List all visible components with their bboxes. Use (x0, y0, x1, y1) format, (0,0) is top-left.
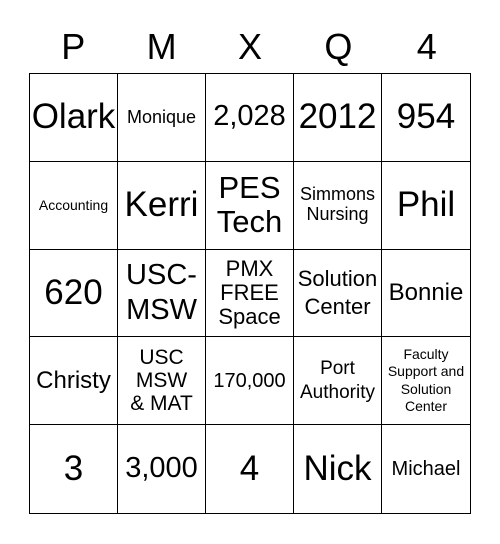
bingo-cell: Simmons Nursing (294, 161, 382, 250)
bingo-cell: Accounting (30, 161, 118, 250)
bingo-cell: Olark (30, 74, 118, 162)
bingo-cell: Nick (294, 425, 382, 513)
bingo-cell: 3 (30, 425, 118, 513)
bingo-cell: Phil (382, 162, 470, 250)
bingo-cell: Solution Center (294, 249, 382, 338)
bingo-cell: Faculty Support and Solution Center (382, 337, 470, 426)
bingo-cell: 954 (382, 74, 470, 162)
header-letter: 4 (416, 26, 437, 67)
header-letter: M (146, 26, 177, 67)
bingo-cell: 170,000 (206, 337, 294, 426)
header-letter: Q (324, 26, 353, 67)
bingo-cell: USC MSW & MAT (118, 337, 206, 426)
bingo-cell: PMX FREE Space (206, 249, 294, 338)
bingo-cell: Port Authority (294, 337, 382, 426)
bingo-cell: 2,028 (206, 74, 294, 162)
bingo-cell: Kerri (118, 161, 206, 250)
bingo-cell: Monique (118, 74, 206, 162)
bingo-cell: 4 (206, 425, 294, 513)
bingo-cell: 2012 (294, 74, 382, 162)
bingo-cell: Bonnie (382, 250, 470, 338)
bingo-header: P M X Q 4 (29, 24, 471, 70)
bingo-cell: Michael (391, 458, 461, 481)
bingo-cell: USC-MSW (118, 249, 206, 338)
bingo-cell: 620 (30, 249, 118, 338)
bingo-grid: Olark Monique 2,028 2012 954 Accounting … (29, 73, 471, 514)
header-letter: P (61, 26, 86, 67)
bingo-cell: 3,000 (118, 425, 206, 513)
header-letter: X (237, 26, 262, 67)
bingo-cell: PES Tech (206, 161, 294, 250)
bingo-cell: Christy (30, 337, 118, 426)
